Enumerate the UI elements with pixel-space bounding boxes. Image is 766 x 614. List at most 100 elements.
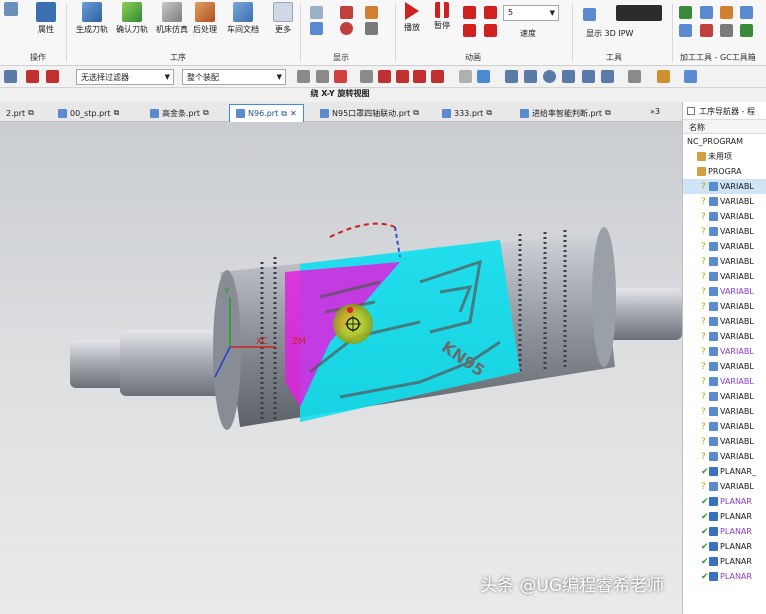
tool-icon-1[interactable] <box>583 8 596 21</box>
operation-row[interactable]: ? VARIABL <box>683 344 766 359</box>
view-icon-2[interactable] <box>477 70 490 83</box>
rotate-icon[interactable] <box>543 70 556 83</box>
gc-icon-6[interactable] <box>700 24 713 37</box>
ipw-display-icon[interactable] <box>616 5 662 21</box>
view-icon-1[interactable] <box>459 70 472 83</box>
display-icon-4[interactable] <box>310 22 323 35</box>
view-icon-4[interactable] <box>524 70 537 83</box>
close-icon[interactable]: ✕ <box>290 109 297 118</box>
tab-file[interactable]: N95口罩四轴联动.prt ⧉ <box>314 104 425 122</box>
operation-row[interactable]: ? VARIABL <box>683 209 766 224</box>
menu-icon[interactable] <box>4 70 17 83</box>
speed-select[interactable]: 5 ▼ <box>503 5 559 21</box>
postprocess-button[interactable]: 后处理 <box>193 2 217 42</box>
operation-row[interactable]: ? VARIABL <box>683 329 766 344</box>
more-button[interactable]: 更多 <box>273 2 293 42</box>
operation-row[interactable]: ? VARIABL <box>683 419 766 434</box>
select-icon-1[interactable] <box>297 70 310 83</box>
view-icon-3[interactable] <box>505 70 518 83</box>
view-icon-7[interactable] <box>601 70 614 83</box>
operation-row[interactable]: ? VARIABL <box>683 434 766 449</box>
gc-icon-1[interactable] <box>679 6 692 19</box>
display-icon-3[interactable] <box>365 6 378 19</box>
operation-row[interactable]: ✔ PLANAR <box>683 569 766 584</box>
select-icon-3[interactable] <box>334 70 347 83</box>
group-label-tools: 工具 <box>606 53 622 62</box>
verify-toolpath-button[interactable]: 确认刀轨 <box>116 2 148 42</box>
operation-row[interactable]: ✔ PLANAR <box>683 524 766 539</box>
select-icon-5[interactable] <box>378 70 391 83</box>
operation-row[interactable]: ? VARIABL <box>683 284 766 299</box>
display-icon-2[interactable] <box>340 6 353 19</box>
pause-button[interactable]: 暂停 <box>434 2 450 42</box>
gc-icon-7[interactable] <box>720 24 733 37</box>
gc-icon-4[interactable] <box>740 6 753 19</box>
step-back-icon[interactable] <box>463 6 476 19</box>
display-icon-5[interactable] <box>340 22 353 35</box>
shop-doc-button[interactable]: 车间文档 <box>227 2 259 42</box>
select-icon-2[interactable] <box>316 70 329 83</box>
tab-file[interactable]: 2.prt ⧉ <box>0 104 40 122</box>
operation-row[interactable]: ? VARIABL <box>683 449 766 464</box>
filter-select[interactable]: 无选择过滤器 ▼ <box>76 69 174 85</box>
assembly-select[interactable]: 整个装配 ▼ <box>182 69 286 85</box>
program-item[interactable]: PROGRA <box>683 164 766 179</box>
operation-row[interactable]: ✔ PLANAR <box>683 554 766 569</box>
view-icon-5[interactable] <box>562 70 575 83</box>
operation-row[interactable]: ? VARIABL <box>683 224 766 239</box>
ipw-label[interactable]: 显示 3D IPW <box>586 28 633 39</box>
operation-row[interactable]: ✔ PLANAR <box>683 494 766 509</box>
operation-row[interactable]: ? VARIABL <box>683 479 766 494</box>
graphics-viewport[interactable]: KN95 XC Y ZM 头条 @UG编程睿希老师 <box>0 122 682 614</box>
display-icon-6[interactable] <box>365 22 378 35</box>
operation-row[interactable]: ? VARIABL <box>683 314 766 329</box>
step-forward-icon[interactable] <box>484 6 497 19</box>
nc-program-root[interactable]: NC_PROGRAM <box>683 134 766 149</box>
operation-row[interactable]: ✔ PLANAR <box>683 539 766 554</box>
view-icon-9[interactable] <box>657 70 670 83</box>
operation-row[interactable]: ? VARIABL <box>683 389 766 404</box>
operation-row[interactable]: ? VARIABL <box>683 179 766 194</box>
operation-row[interactable]: ? VARIABL <box>683 254 766 269</box>
fast-forward-icon[interactable] <box>484 24 497 37</box>
operation-row[interactable]: ? VARIABL <box>683 194 766 209</box>
operation-row[interactable]: ? VARIABL <box>683 239 766 254</box>
gc-icon-2[interactable] <box>700 6 713 19</box>
tab-file[interactable]: 进给率智能判断.prt ⧉ <box>514 104 617 122</box>
gc-icon-3[interactable] <box>720 6 733 19</box>
select-icon-8[interactable] <box>431 70 444 83</box>
attribute-button[interactable]: 属性 <box>36 2 56 42</box>
operation-row[interactable]: ? VARIABL <box>683 359 766 374</box>
display-icon-1[interactable] <box>310 6 323 19</box>
snap-icon[interactable] <box>26 70 39 83</box>
tab-file-active[interactable]: N96.prt ⧉ ✕ <box>229 104 304 122</box>
tab-file[interactable]: 高金条.prt ⧉ <box>144 104 215 122</box>
tab-overflow[interactable]: »3 <box>650 107 660 116</box>
generate-toolpath-button[interactable]: 生成刀轨 <box>76 2 108 42</box>
operation-row[interactable]: ? VARIABL <box>683 374 766 389</box>
select-icon-7[interactable] <box>413 70 426 83</box>
view-icon-10[interactable] <box>684 70 697 83</box>
operation-row[interactable]: ✔ PLANAR <box>683 509 766 524</box>
unused-items[interactable]: 未用项 <box>683 149 766 164</box>
gc-icon-5[interactable] <box>679 24 692 37</box>
operation-row[interactable]: ✔ PLANAR_ <box>683 464 766 479</box>
operation-row[interactable]: ? VARIABL <box>683 269 766 284</box>
select-icon-4[interactable] <box>360 70 373 83</box>
window-icon: ⧉ <box>486 108 493 117</box>
machine-simulation-button[interactable]: 机床仿真 <box>156 2 188 42</box>
quick-icon-stack[interactable] <box>4 2 18 42</box>
operation-row[interactable]: ? VARIABL <box>683 404 766 419</box>
snap-icon-2[interactable] <box>46 70 59 83</box>
play-button[interactable]: 播放 <box>404 2 420 42</box>
name-column-header[interactable]: 名称 <box>683 120 766 134</box>
gc-icon-8[interactable] <box>740 24 753 37</box>
tab-file[interactable]: 00_stp.prt ⧉ <box>52 104 125 122</box>
view-icon-6[interactable] <box>582 70 595 83</box>
operation-row[interactable]: ? VARIABL <box>683 299 766 314</box>
navigator-checkbox[interactable] <box>687 107 695 115</box>
select-icon-6[interactable] <box>396 70 409 83</box>
view-icon-8[interactable] <box>628 70 641 83</box>
rewind-icon[interactable] <box>463 24 476 37</box>
tab-file[interactable]: 333.prt ⧉ <box>436 104 498 122</box>
